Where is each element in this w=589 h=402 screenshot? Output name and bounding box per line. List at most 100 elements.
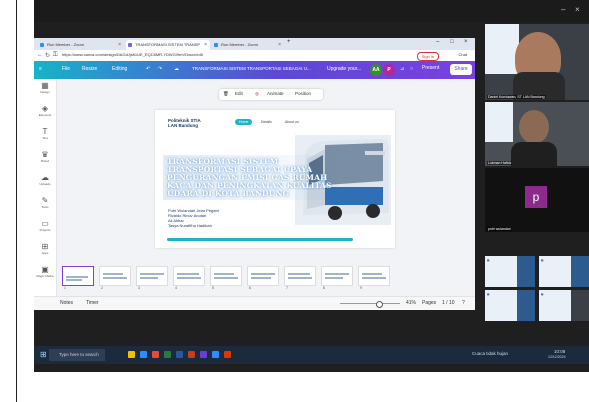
participant-tile-1[interactable]: Daniel Kurniawan, ST LAN Bandung [485,24,589,100]
window-minimize-icon[interactable]: – [436,39,439,45]
participant-video [519,110,549,144]
frame-left-border [16,0,17,402]
sidebar-item-uploads[interactable]: ☁ Uploads [34,173,56,186]
page-thumbnail-2[interactable] [99,266,131,286]
author-name: Tasya Nurafifha Hadibah [168,223,212,228]
sidebar-item-text[interactable]: T Text [34,127,56,140]
zoom-level[interactable]: 41% [406,300,416,306]
powerpoint-icon[interactable] [188,351,195,358]
apps-icon: ⊞ [41,242,49,251]
sidebar-item-projects[interactable]: ▭ Projects [34,219,56,232]
clock-time[interactable]: 10:08 [554,349,565,354]
folder-icon: ▭ [41,219,49,228]
participant-mini-2[interactable]: ▤ [539,256,589,287]
refresh-icon[interactable]: ↻ [45,52,50,59]
close-icon[interactable]: × [575,5,580,14]
animate-button[interactable]: Animate [267,91,284,96]
tab-close-icon[interactable]: × [204,40,207,50]
resize-menu[interactable]: Resize [82,66,97,72]
sidebar-item-brand[interactable]: ♛ Brand [34,150,56,163]
slide-title[interactable]: TRANSFORMASI SISTEM TRANSPORTASI SEBAGAI… [167,158,337,198]
page-thumbnail-5[interactable] [210,266,242,286]
timer-button[interactable]: Timer [86,300,99,306]
minimize-icon[interactable]: – [561,5,565,14]
teams-icon[interactable] [200,351,207,358]
excel-icon[interactable] [164,351,171,358]
page-thumbnail-9[interactable] [358,266,390,286]
redo-icon[interactable]: ↷ [158,66,162,72]
participant-tile-2[interactable]: Lukman Hafidz [485,102,589,166]
undo-icon[interactable]: ↶ [146,66,150,72]
collaborator-avatar[interactable]: P [383,64,395,76]
slide-canvas[interactable]: Politeknik STIA LAN Bandung Home Details… [155,110,395,248]
browser-tab-2[interactable]: TRANSFORMASI SISTEM TRANSP × [126,40,210,50]
browser-tab-3[interactable]: Run Member - Zoom × [212,40,284,50]
zoom-slider-handle[interactable] [376,301,383,308]
user-avatar[interactable]: AA [370,64,382,76]
mini-slide-text: ▤ [487,259,490,262]
menu-icon[interactable]: ≡ [39,66,42,72]
tab-close-icon[interactable]: × [118,40,121,50]
zoom-slider[interactable] [340,303,400,304]
stats-icon[interactable]: ⊿ [400,66,404,72]
color-icon[interactable]: ◍ [255,91,259,97]
page-thumbnail-3[interactable] [136,266,168,286]
sidebar-item-design[interactable]: ▦ Design [34,81,56,94]
taskbar-search[interactable]: Type here to search [49,349,105,361]
upgrade-button[interactable]: Upgrade your... [327,66,361,72]
weather-status[interactable]: Cuaca tidak hujan [472,351,508,356]
canva-sidebar: ▦ Design ◈ Elements T Text ♛ Brand ☁ Uploads … [34,79,57,310]
notes-button[interactable]: Notes [60,300,73,306]
slide-nav-details: Details [261,120,272,124]
participant-tile-3[interactable]: p putri wulandari [485,168,589,232]
slide-logo-text: Politeknik STIA LAN Bandung [168,118,201,128]
sidebar-item-magic-media[interactable]: ▣ Magic Media [34,265,56,278]
meeting-top-bar: – × [34,0,589,22]
file-explorer-icon[interactable] [128,351,135,358]
edit-button[interactable]: Edit [235,91,243,96]
app-icon[interactable] [224,351,231,358]
page-thumbnail-8[interactable] [321,266,353,286]
pages-button[interactable]: Pages [422,300,436,306]
page-thumbnail-4[interactable] [173,266,205,286]
page-thumbnail-1[interactable] [62,266,94,286]
tools-icon: ✎ [41,196,49,205]
zoom-app-icon[interactable] [212,351,219,358]
participant-avatar: p [525,186,547,208]
editing-menu[interactable]: Editing [112,66,127,72]
chat-button[interactable]: Chat [459,52,467,57]
comment-icon[interactable]: ○ [410,66,413,72]
back-icon[interactable]: ← [37,52,43,58]
document-title[interactable]: TRANSFORMASI SISTEM TRANSPORTASI SEBAGAI… [192,66,311,71]
tab-close-icon[interactable]: × [278,40,281,50]
windows-start-icon[interactable]: ⊞ [40,350,47,359]
position-button[interactable]: Position [295,91,311,96]
window-maximize-icon[interactable]: □ [450,39,454,45]
thumbnail-number: 6 [249,286,251,290]
meeting-window: – × Run Member - Zoom × TRANSFORMASI SIS… [34,0,589,372]
help-icon[interactable]: ? [462,300,465,306]
file-menu[interactable]: File [62,66,70,72]
zoom-favicon-icon [40,43,44,47]
sidebar-item-tools[interactable]: ✎ Tools [34,196,56,209]
participants-panel: Daniel Kurniawan, ST LAN Bandung Lukman … [485,24,589,334]
chrome-icon[interactable] [152,351,159,358]
share-button[interactable]: Share [450,64,472,75]
new-tab-icon[interactable]: + [287,39,291,45]
page-thumbnail-7[interactable] [284,266,316,286]
sidebar-item-elements[interactable]: ◈ Elements [34,104,56,117]
thumbnail-number: 5 [212,286,214,290]
participant-mini-4[interactable]: ▤ [539,290,589,321]
participant-mini-1[interactable]: ▤ [485,256,535,287]
edge-icon[interactable] [140,351,147,358]
present-button[interactable]: Present [422,65,439,71]
word-icon[interactable] [176,351,183,358]
window-close-icon[interactable]: × [464,39,468,45]
participant-mini-3[interactable]: ▤ [485,290,535,321]
url-field[interactable]: https://www.canva.com/design/DAGdJjsh1UE… [62,52,203,57]
trash-icon[interactable]: 🗑 [223,91,229,97]
sidebar-item-apps[interactable]: ⊞ Apps [34,242,56,255]
page-thumbnail-6[interactable] [247,266,279,286]
signin-button[interactable]: Sign in [416,52,439,61]
browser-tab-1[interactable]: Run Member - Zoom × [38,40,124,50]
